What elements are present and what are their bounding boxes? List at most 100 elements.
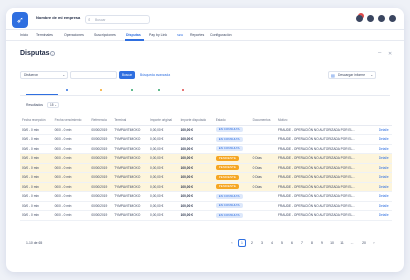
table-cell: Detalle [376, 182, 392, 192]
detail-link[interactable]: Detalle [379, 156, 389, 160]
document-icon: ▤ [331, 73, 335, 78]
detail-link[interactable]: Detalle [379, 185, 389, 189]
nav-item-suscripciones[interactable]: Suscripciones [94, 33, 116, 37]
advanced-search-link[interactable]: Búsqueda avanzada [140, 73, 170, 77]
column-header[interactable]: Documentos [250, 116, 276, 126]
nav-item-reportes[interactable]: Reportes [190, 33, 204, 37]
page-button[interactable]: 20 [360, 239, 368, 247]
detail-link[interactable]: Detalle [379, 166, 389, 170]
page-button[interactable]: › [370, 239, 378, 247]
table-cell: Detalle [376, 125, 392, 135]
column-header[interactable]: Motivo [275, 116, 377, 126]
column-header[interactable]: Importe disputado [178, 116, 214, 126]
table-cell: 00/0 - 0 min [52, 210, 90, 221]
tab-en-contra[interactable]: En contra [182, 88, 196, 176]
table-row[interactable]: 00/0 - 0 min 00/0 - 0 min 00/00/2019 TYMPAV… [20, 182, 392, 192]
page-button[interactable]: 1 [238, 239, 246, 247]
cell-text: FRAUDE - OPERACIÓN NO AUTORIZADA POR EL.… [277, 203, 355, 208]
cell-text: 00/0 - 0 min [22, 146, 39, 151]
column-header[interactable]: Terminal [112, 116, 149, 126]
page-button[interactable]: 8 [308, 239, 316, 247]
tab-a-favor[interactable]: A favor [158, 88, 170, 176]
detail-link[interactable]: Detalle [379, 147, 389, 151]
status-badge: PENDIENTE [215, 184, 239, 190]
page-button[interactable]: 7 [298, 239, 306, 247]
tab-pendiente[interactable]: Pendiente [100, 88, 120, 172]
nav-item-operaciones[interactable]: Operaciones [64, 33, 84, 37]
results-count-select[interactable]: 15 ⌄ [47, 102, 59, 108]
page-button[interactable]: 11 [338, 239, 346, 247]
date-filter-select[interactable]: Disfueron ⌄ [20, 71, 68, 79]
table-row[interactable]: 00/0 - 0 min 00/0 - 0 min 00/00/2019 TYMPAV… [20, 172, 392, 183]
tab-aceptado[interactable]: Aceptado [131, 88, 150, 172]
table-row[interactable]: 00/0 - 0 min 00/0 - 0 min 00/00/2019 TYMPAV… [20, 125, 392, 135]
column-header[interactable]: Fecha recepción [20, 116, 53, 126]
status-badge: PENDIENTE [215, 155, 239, 161]
search-input[interactable]: ⌕ Buscar [85, 15, 150, 24]
page-button[interactable]: 9 [318, 239, 326, 247]
page-button[interactable]: 2 [248, 239, 256, 247]
info-icon[interactable]: i [50, 51, 55, 56]
column-header[interactable] [376, 116, 392, 126]
search-field[interactable] [70, 71, 117, 79]
table-cell: FRAUDE - OPERACIÓN NO AUTORIZADA POR EL.… [275, 191, 377, 202]
detail-link[interactable]: Detalle [379, 204, 389, 208]
page-button[interactable]: 10 [328, 239, 336, 247]
table-row[interactable]: 00/0 - 0 min 00/0 - 0 min 00/00/2019 TYMPAV… [20, 144, 392, 154]
tab-en-consulta[interactable]: En consulta [66, 88, 83, 176]
cell-text: 00/00/2019 [91, 213, 108, 218]
page-button[interactable]: ... [348, 239, 356, 247]
nav-item-disputas[interactable]: Disputas [126, 33, 141, 37]
table-row[interactable]: 00/0 - 0 min 00/0 - 0 min 00/00/2019 TYMPAV… [20, 210, 392, 221]
table-cell: 100,00 € [178, 134, 214, 145]
detail-link[interactable]: Detalle [379, 194, 389, 198]
table-row[interactable]: 00/0 - 0 min 00/0 - 0 min 00/00/2019 TYMPAV… [20, 134, 392, 145]
column-header[interactable]: Fecha vencimiento [52, 116, 90, 126]
detail-link[interactable]: Detalle [379, 175, 389, 179]
page-button[interactable]: 4 [268, 239, 276, 247]
user-avatar-icon[interactable] [389, 15, 396, 22]
table-cell: 100,00 € [178, 201, 214, 211]
help-icon[interactable] [367, 15, 374, 22]
app-logo-icon[interactable]: ➶ [12, 12, 28, 28]
cell-text: FRAUDE - OPERACIÓN NO AUTORIZADA POR EL.… [277, 137, 355, 142]
detail-link[interactable]: Detalle [379, 137, 389, 141]
nav-item-inicio[interactable]: Inicio [20, 33, 28, 37]
notifications-icon[interactable] [356, 15, 363, 22]
page-button[interactable]: ‹ [228, 239, 236, 247]
disputed-amount: 100,00 € [180, 203, 194, 208]
cell-text: 00/0 - 0 min [22, 203, 39, 208]
nav-item-terminales[interactable]: Terminales [36, 33, 53, 37]
cell-text: 00/00/2019 [91, 156, 108, 161]
table-row[interactable]: 00/0 - 0 min 00/0 - 0 min 00/00/2019 TYMPAV… [20, 153, 392, 164]
cell-text: 00/0 - 0 min [22, 127, 39, 132]
status-dot-icon [158, 88, 161, 92]
download-label: Descargar informe [338, 73, 366, 77]
table-row[interactable]: 00/0 - 0 min 00/0 - 0 min 00/00/2019 TYMPAV… [20, 201, 392, 211]
table-row[interactable]: 00/0 - 0 min 00/0 - 0 min 00/00/2019 TYMPAV… [20, 191, 392, 202]
search-icon: ⌕ [88, 17, 91, 22]
page-button[interactable]: 3 [258, 239, 266, 247]
search-placeholder: Buscar [95, 18, 106, 22]
page-button[interactable]: 5 [278, 239, 286, 247]
search-button[interactable]: Buscar [119, 71, 135, 79]
minimize-icon[interactable]: – [378, 50, 381, 56]
table-cell: 00/00/2019 [89, 182, 113, 192]
settings-icon[interactable] [378, 15, 385, 22]
close-icon[interactable]: ✕ [388, 51, 392, 57]
nav-item-pay-by-link[interactable]: Pay by Link [149, 33, 167, 37]
cell-text: 00/0 - 0 min [54, 194, 72, 199]
nav-item-configuracion[interactable]: Configuración [210, 33, 232, 37]
cell-text: 00/00/2019 [91, 165, 108, 170]
column-header[interactable]: Estado [213, 116, 251, 126]
column-header[interactable]: Referencia [89, 116, 113, 126]
page-button[interactable]: 6 [288, 239, 296, 247]
table-cell: 00/0 - 0 min [52, 134, 90, 145]
download-report-button[interactable]: ▤ Descargar informe ⌄ [328, 71, 376, 79]
table-row[interactable]: 00/0 - 0 min 00/0 - 0 min 00/00/2019 TYMPAV… [20, 163, 392, 173]
detail-link[interactable]: Detalle [379, 213, 389, 217]
cell-text: 00/00/2019 [91, 127, 108, 132]
table-cell [250, 144, 276, 154]
column-header[interactable]: Importe original [148, 116, 179, 126]
detail-link[interactable]: Detalle [379, 128, 389, 132]
